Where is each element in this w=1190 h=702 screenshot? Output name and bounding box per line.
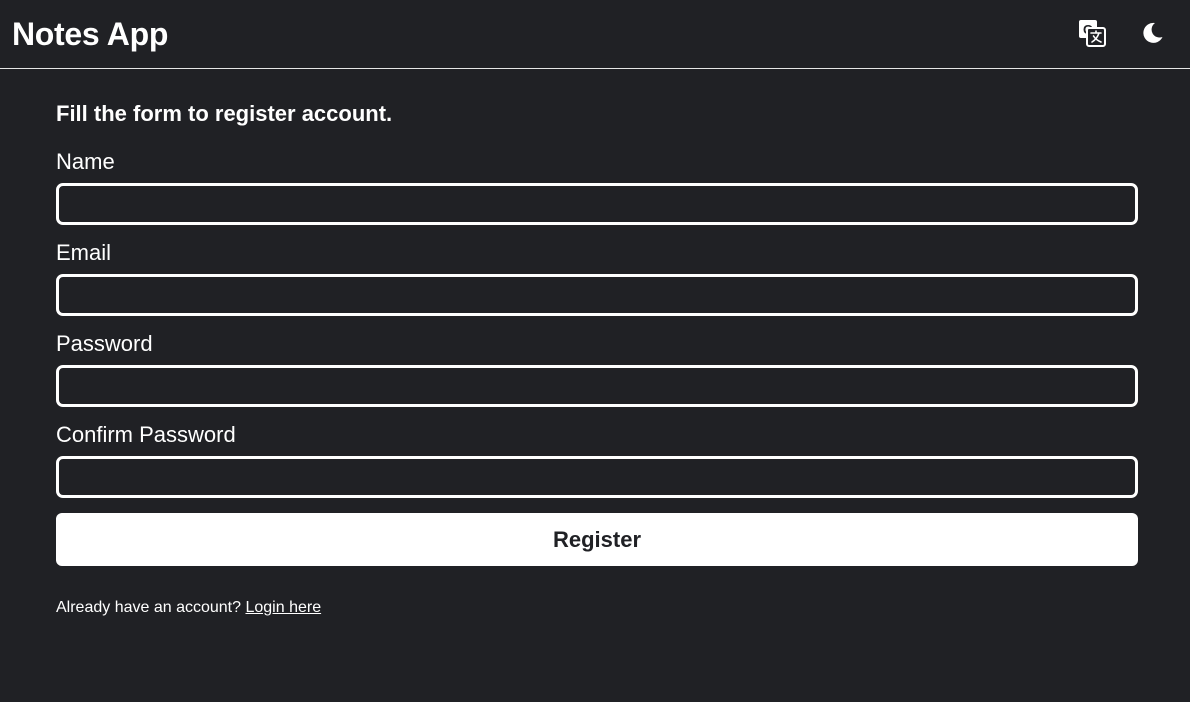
confirm-password-label: Confirm Password — [56, 422, 236, 447]
form-heading: Fill the form to register account. — [56, 101, 393, 126]
password-input[interactable] — [56, 365, 1138, 407]
moon-icon — [1140, 21, 1164, 48]
confirm-password-input[interactable] — [56, 456, 1138, 498]
email-label: Email — [56, 240, 112, 265]
login-prompt-text: Already have an account? — [56, 599, 242, 616]
name-input[interactable] — [56, 183, 1138, 225]
app-title: Notes App — [12, 15, 169, 52]
password-label: Password — [56, 331, 153, 356]
translate-icon: G — [1078, 19, 1106, 50]
app-header: Notes App G — [0, 0, 1190, 69]
login-link[interactable]: Login here — [245, 599, 321, 616]
register-page: Fill the form to register account. Name … — [0, 69, 1190, 617]
email-input[interactable] — [56, 274, 1138, 316]
register-button[interactable]: Register — [56, 513, 1138, 566]
login-prompt: Already have an account? Login here — [56, 599, 1134, 617]
header-actions: G — [1072, 14, 1178, 54]
name-label: Name — [56, 149, 115, 174]
theme-toggle-button[interactable] — [1132, 14, 1172, 54]
register-form: Name Email Password Confirm Password Reg… — [56, 149, 1138, 566]
translate-button[interactable]: G — [1072, 14, 1112, 54]
